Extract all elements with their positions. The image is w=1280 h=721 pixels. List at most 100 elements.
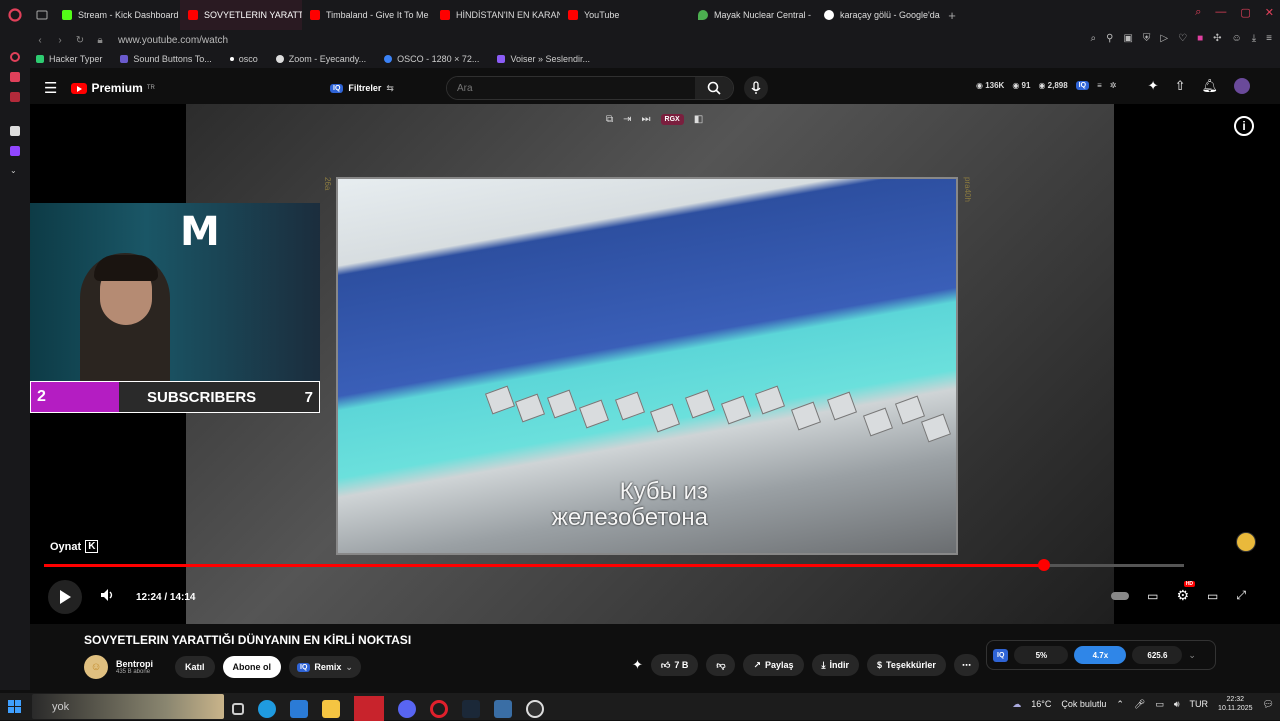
reload-button[interactable]: ↻ (70, 35, 90, 46)
bug-icon[interactable]: ✲ (1110, 81, 1117, 90)
iq-speed-a[interactable]: 5% (1014, 646, 1069, 664)
notification-icon[interactable]: 💬︎ (1263, 699, 1274, 710)
theater-mode-icon[interactable]: ▭ (1207, 589, 1218, 603)
pin-icon[interactable]: ⚲ (1106, 33, 1113, 44)
join-button[interactable]: Katıl (175, 656, 215, 678)
task-view-icon[interactable] (232, 702, 244, 715)
fullscreen-icon[interactable]: ⤢ (1236, 588, 1246, 603)
volume-icon[interactable]: 🔊︎ (1174, 699, 1180, 710)
thanks-button[interactable]: $ Teşekkürler (867, 654, 946, 676)
download-button[interactable]: ⤓ İndir (811, 654, 860, 676)
voice-search-button[interactable] (744, 76, 768, 100)
shield-icon[interactable]: ⛨ (1143, 33, 1151, 44)
menu-icon[interactable]: ≡ (1266, 33, 1272, 44)
puzzle-icon[interactable]: ✣ (1213, 33, 1221, 44)
opera-icon[interactable] (430, 699, 448, 718)
progress-handle[interactable] (1037, 559, 1050, 571)
ai-sidebar-icon[interactable] (10, 52, 20, 62)
mic-icon[interactable]: 🎤︎ (1134, 699, 1145, 710)
bookmark-osco[interactable]: osco (229, 54, 258, 64)
messenger-icon[interactable] (10, 72, 20, 82)
search-input[interactable] (447, 77, 695, 99)
zoom-icon[interactable]: ⌕ (1091, 33, 1097, 44)
tab-youtube[interactable]: YouTube (560, 0, 690, 30)
store-icon[interactable] (290, 699, 308, 718)
tab-google-search[interactable]: karaçay gölü - Google'da (816, 0, 942, 30)
snapshot-icon[interactable]: ▣ (1123, 33, 1132, 44)
volume-button[interactable] (100, 588, 116, 607)
tab-mayak[interactable]: Mayak Nuclear Central - (690, 0, 816, 30)
pip-icon[interactable]: ◧ (694, 114, 703, 125)
iq-speed-b[interactable]: 4.7x (1074, 646, 1127, 664)
progress-bar[interactable] (44, 559, 1184, 571)
chevron-down-icon[interactable]: ⌄ (10, 166, 20, 176)
video-player[interactable]: 26a Кубы из железобетона pra40h ⧉ ⇥ ⏭ RG… (30, 104, 1280, 624)
subtitles-icon[interactable]: ▭ (1147, 589, 1158, 603)
channel-name[interactable]: Bentropi (116, 659, 153, 669)
network-icon[interactable]: ▭ (1155, 699, 1164, 710)
search-tabs-icon[interactable]: ⌕ (1195, 6, 1201, 19)
channel-avatar[interactable]: ☺ (84, 655, 108, 679)
youtube-logo[interactable]: Premium TR (71, 81, 155, 95)
start-button[interactable] (0, 693, 30, 720)
bell-icon[interactable]: 🔔︎ (1201, 78, 1218, 94)
edge-icon[interactable] (258, 699, 276, 718)
player-icon[interactable]: ▷ (1160, 33, 1168, 44)
subscribe-button[interactable]: Abone ol (222, 656, 282, 678)
emoji-icon[interactable] (1236, 532, 1256, 552)
obs-icon[interactable] (526, 699, 544, 718)
minimize-icon[interactable]: — (1215, 6, 1226, 19)
menu-icon[interactable]: ☰ (44, 79, 57, 97)
search-button[interactable] (695, 77, 733, 99)
chevron-up-icon[interactable]: ⌃ (1116, 699, 1124, 710)
rgx-button[interactable]: RGX (660, 114, 684, 125)
play-button[interactable] (48, 580, 82, 614)
iq-extension-icon[interactable]: IQ (1075, 81, 1090, 90)
like-button[interactable]: 👍︎ 7 B (650, 654, 699, 676)
language-indicator[interactable]: TUR (1190, 699, 1209, 709)
weather-icon[interactable]: ☁ (1012, 699, 1021, 710)
skip-icon[interactable]: ⏭ (642, 114, 651, 125)
steam-icon[interactable] (462, 699, 480, 718)
share-button[interactable]: ↗ Paylaş (743, 654, 804, 676)
app-icon[interactable] (494, 699, 512, 718)
workspace-icon[interactable] (30, 0, 54, 30)
extension-icon[interactable]: ■ (1197, 33, 1203, 44)
tab-hindistan[interactable]: HİNDİSTAN'IN EN KARAN (432, 0, 560, 30)
upload-icon[interactable]: ⇧ (1175, 78, 1186, 94)
autoplay-toggle[interactable] (1111, 591, 1130, 600)
info-icon[interactable]: i (1234, 116, 1254, 136)
url-field[interactable]: www.youtube.com/watch (118, 35, 228, 46)
list-icon[interactable]: ≡ (1097, 81, 1102, 90)
explorer-icon[interactable] (322, 699, 340, 718)
avatar[interactable] (1234, 78, 1250, 94)
discord-icon[interactable] (398, 699, 416, 718)
app-icon[interactable] (354, 696, 384, 721)
bookmark-sound-buttons[interactable]: Sound Buttons To... (120, 54, 212, 64)
chevron-down-icon[interactable]: ⌄ (1188, 650, 1196, 661)
opera-menu-button[interactable] (0, 0, 30, 30)
restore-icon[interactable]: ▢ (1240, 6, 1250, 19)
settings-button[interactable]: ⚙ HD (1176, 581, 1196, 604)
remix-button[interactable]: IQ Remix ⌄ (289, 656, 361, 678)
back-button[interactable]: ‹ (30, 35, 50, 46)
twitch-icon[interactable] (10, 146, 20, 156)
bookmark-zoom[interactable]: Zoom - Eyecandy... (275, 54, 366, 64)
copy-icon[interactable]: ⧉ (606, 114, 613, 125)
forward-button[interactable]: › (50, 35, 70, 46)
bookmark-voiser[interactable]: Voiser » Seslendir... (497, 54, 590, 64)
clock[interactable]: 22:32 10.11.2025 (1218, 695, 1253, 713)
more-button[interactable]: ⋯ (953, 654, 979, 676)
profile-icon[interactable]: ☺ (1232, 33, 1242, 44)
enter-icon[interactable]: ⇥ (623, 114, 631, 125)
filters-button[interactable]: IQ Filtreler ⇆ (330, 78, 394, 98)
heart-icon[interactable]: ♡ (1178, 33, 1187, 44)
kick-icon[interactable] (10, 126, 20, 136)
tab-kick-dashboard[interactable]: Stream - Kick Dashboard (54, 0, 180, 30)
extension-icon[interactable]: ✦ (1148, 78, 1159, 94)
new-tab-button[interactable]: + (942, 5, 962, 25)
app-icon[interactable] (10, 92, 20, 102)
download-icon[interactable]: ⤓ (1252, 33, 1256, 44)
bookmark-osco-1280[interactable]: OSCO - 1280 × 72... (384, 54, 479, 64)
tab-current-video[interactable]: SOVYETLERIN YARATTIĞ (180, 0, 302, 30)
